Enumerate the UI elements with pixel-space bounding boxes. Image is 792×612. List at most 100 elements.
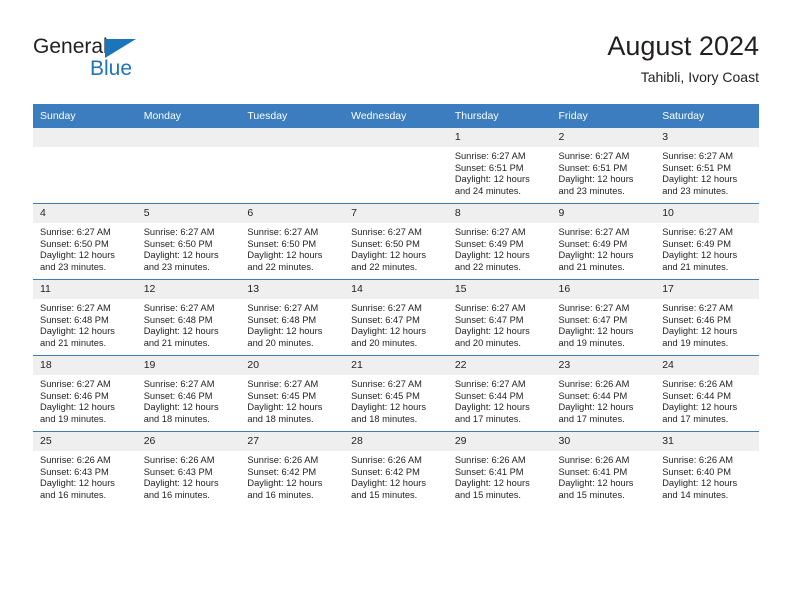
day-cell[interactable]: 30 Sunrise: 6:26 AM Sunset: 6:41 PM Dayligh…	[551, 431, 656, 507]
day-cell[interactable]: 13 Sunrise: 6:27 AM Sunset: 6:48 PM Dayligh…	[240, 279, 345, 356]
day-cell[interactable]: 5 Sunrise: 6:27 AM Sunset: 6:50 PM Daylight…	[136, 203, 241, 280]
day-cell[interactable]: 26 Sunrise: 6:26 AM Sunset: 6:43 PM Dayligh…	[136, 431, 241, 507]
day-cell[interactable]: 11 Sunrise: 6:27 AM Sunset: 6:48 PM Dayligh…	[33, 279, 137, 356]
day-cell[interactable]: 29 Sunrise: 6:26 AM Sunset: 6:41 PM Dayligh…	[447, 431, 552, 507]
day-cell-body: Sunrise: 6:27 AM Sunset: 6:48 PM Daylight:…	[240, 299, 344, 349]
daylight-text: Daylight: 12 hours and 16 minutes.	[247, 478, 323, 500]
calendar-week-row: 25 Sunrise: 6:26 AM Sunset: 6:43 PM Dayligh…	[33, 431, 759, 507]
day-cell[interactable]: 1 Sunrise: 6:27 AM Sunset: 6:51 PM Daylight…	[447, 128, 552, 204]
masthead: General Blue August 2024 Tahibli, Ivory …	[0, 0, 792, 104]
day-cell[interactable]: 4 Sunrise: 6:27 AM Sunset: 6:50 PM Daylight…	[33, 203, 137, 280]
sunset-text: Sunset: 6:51 PM	[662, 162, 731, 173]
location-subtitle: Tahibli, Ivory Coast	[640, 69, 759, 85]
day-cell-body: Sunrise: 6:27 AM Sunset: 6:48 PM Daylight:…	[33, 299, 137, 349]
day-cell-body: Sunrise: 6:27 AM Sunset: 6:50 PM Daylight:…	[33, 223, 137, 273]
daylight-text: Daylight: 12 hours and 18 minutes.	[247, 402, 323, 424]
daylight-text: Daylight: 12 hours and 20 minutes.	[247, 326, 323, 348]
day-cell[interactable]: 17 Sunrise: 6:27 AM Sunset: 6:46 PM Dayligh…	[655, 279, 759, 356]
day-cell[interactable]: 31 Sunrise: 6:26 AM Sunset: 6:40 PM Dayligh…	[655, 431, 759, 507]
calendar-week-row: 11 Sunrise: 6:27 AM Sunset: 6:48 PM Dayligh…	[33, 279, 759, 356]
sunset-text: Sunset: 6:46 PM	[143, 390, 213, 401]
daylight-text: Daylight: 12 hours and 15 minutes.	[351, 478, 427, 500]
day-number: 6	[240, 204, 345, 223]
day-cell[interactable]: 21 Sunrise: 6:27 AM Sunset: 6:45 PM Dayligh…	[344, 355, 448, 432]
day-cell[interactable]: 10 Sunrise: 6:27 AM Sunset: 6:49 PM Dayligh…	[655, 203, 759, 280]
daylight-text: Daylight: 12 hours and 18 minutes.	[351, 402, 427, 424]
day-cell-empty	[240, 128, 345, 204]
daylight-text: Daylight: 12 hours and 17 minutes.	[454, 402, 530, 424]
day-cell-body: Sunrise: 6:27 AM Sunset: 6:45 PM Daylight:…	[344, 375, 448, 425]
weekday-header-sunday: Sunday	[33, 104, 137, 128]
sunset-text: Sunset: 6:44 PM	[454, 390, 524, 401]
day-cell[interactable]: 28 Sunrise: 6:26 AM Sunset: 6:42 PM Dayligh…	[344, 431, 448, 507]
sunset-text: Sunset: 6:40 PM	[662, 466, 731, 477]
daylight-text: Daylight: 12 hours and 23 minutes.	[558, 174, 634, 196]
day-cell-body: Sunrise: 6:27 AM Sunset: 6:44 PM Daylight:…	[448, 375, 552, 425]
calendar-week-row: 18 Sunrise: 6:27 AM Sunset: 6:46 PM Dayligh…	[33, 355, 759, 432]
day-cell-body: Sunrise: 6:26 AM Sunset: 6:40 PM Daylight:…	[655, 451, 759, 501]
day-cell[interactable]: 14 Sunrise: 6:27 AM Sunset: 6:47 PM Dayligh…	[344, 279, 448, 356]
daylight-text: Daylight: 12 hours and 19 minutes.	[662, 326, 738, 348]
sunset-text: Sunset: 6:46 PM	[662, 314, 731, 325]
sunset-text: Sunset: 6:46 PM	[40, 390, 109, 401]
sunrise-text: Sunrise: 6:27 AM	[454, 303, 526, 313]
day-cell[interactable]: 19 Sunrise: 6:27 AM Sunset: 6:46 PM Dayligh…	[136, 355, 241, 432]
sunrise-text: Sunrise: 6:27 AM	[454, 379, 526, 389]
day-cell-body: Sunrise: 6:27 AM Sunset: 6:46 PM Daylight:…	[137, 375, 241, 425]
day-number: 9	[551, 204, 656, 223]
day-number: 12	[136, 280, 241, 299]
sunset-text: Sunset: 6:50 PM	[247, 238, 317, 249]
sunset-text: Sunset: 6:48 PM	[247, 314, 317, 325]
daylight-text: Daylight: 12 hours and 15 minutes.	[454, 478, 530, 500]
day-number	[33, 128, 137, 147]
day-cell[interactable]: 23 Sunrise: 6:26 AM Sunset: 6:44 PM Dayligh…	[551, 355, 656, 432]
day-cell-body: Sunrise: 6:27 AM Sunset: 6:51 PM Daylight:…	[552, 147, 656, 197]
day-number: 31	[655, 432, 759, 451]
day-cell[interactable]: 8 Sunrise: 6:27 AM Sunset: 6:49 PM Daylight…	[447, 203, 552, 280]
daylight-text: Daylight: 12 hours and 21 minutes.	[662, 250, 738, 272]
daylight-text: Daylight: 12 hours and 21 minutes.	[143, 326, 219, 348]
day-cell-body: Sunrise: 6:27 AM Sunset: 6:45 PM Daylight:…	[240, 375, 344, 425]
weekday-header-row: Sunday Monday Tuesday Wednesday Thursday…	[33, 104, 759, 128]
general-blue-logo[interactable]: General Blue	[33, 36, 213, 86]
sunset-text: Sunset: 6:50 PM	[143, 238, 213, 249]
day-cell[interactable]: 2 Sunrise: 6:27 AM Sunset: 6:51 PM Daylight…	[551, 128, 656, 204]
day-cell-empty	[136, 128, 241, 204]
day-cell[interactable]: 6 Sunrise: 6:27 AM Sunset: 6:50 PM Daylight…	[240, 203, 345, 280]
calendar-grid: Sunday Monday Tuesday Wednesday Thursday…	[33, 104, 759, 507]
day-number	[344, 128, 448, 147]
day-cell[interactable]: 25 Sunrise: 6:26 AM Sunset: 6:43 PM Dayligh…	[33, 431, 137, 507]
day-number: 10	[655, 204, 759, 223]
day-cell[interactable]: 7 Sunrise: 6:27 AM Sunset: 6:50 PM Daylight…	[344, 203, 448, 280]
daylight-text: Daylight: 12 hours and 21 minutes.	[40, 326, 115, 348]
day-cell[interactable]: 15 Sunrise: 6:27 AM Sunset: 6:47 PM Dayligh…	[447, 279, 552, 356]
sunset-text: Sunset: 6:50 PM	[40, 238, 109, 249]
day-cell[interactable]: 24 Sunrise: 6:26 AM Sunset: 6:44 PM Dayligh…	[655, 355, 759, 432]
day-number: 22	[447, 356, 552, 375]
sunrise-text: Sunrise: 6:26 AM	[40, 455, 111, 465]
day-cell[interactable]: 20 Sunrise: 6:27 AM Sunset: 6:45 PM Dayligh…	[240, 355, 345, 432]
sunrise-text: Sunrise: 6:26 AM	[662, 455, 734, 465]
day-cell[interactable]: 22 Sunrise: 6:27 AM Sunset: 6:44 PM Dayligh…	[447, 355, 552, 432]
day-number: 3	[655, 128, 759, 147]
sunset-text: Sunset: 6:41 PM	[454, 466, 524, 477]
sunset-text: Sunset: 6:48 PM	[40, 314, 109, 325]
day-cell[interactable]: 18 Sunrise: 6:27 AM Sunset: 6:46 PM Dayligh…	[33, 355, 137, 432]
day-cell[interactable]: 3 Sunrise: 6:27 AM Sunset: 6:51 PM Daylight…	[655, 128, 759, 204]
logo-text-general: General	[33, 35, 108, 58]
sunrise-text: Sunrise: 6:27 AM	[558, 303, 630, 313]
day-cell[interactable]: 9 Sunrise: 6:27 AM Sunset: 6:49 PM Daylight…	[551, 203, 656, 280]
sunrise-text: Sunrise: 6:27 AM	[40, 303, 111, 313]
day-cell[interactable]: 27 Sunrise: 6:26 AM Sunset: 6:42 PM Dayligh…	[240, 431, 345, 507]
day-cell[interactable]: 16 Sunrise: 6:27 AM Sunset: 6:47 PM Dayligh…	[551, 279, 656, 356]
day-number	[240, 128, 345, 147]
calendar-week-row: 4 Sunrise: 6:27 AM Sunset: 6:50 PM Daylight…	[33, 203, 759, 280]
day-cell[interactable]: 12 Sunrise: 6:27 AM Sunset: 6:48 PM Dayligh…	[136, 279, 241, 356]
daylight-text: Daylight: 12 hours and 22 minutes.	[454, 250, 530, 272]
sunrise-text: Sunrise: 6:27 AM	[454, 227, 526, 237]
day-cell-body: Sunrise: 6:27 AM Sunset: 6:49 PM Daylight:…	[448, 223, 552, 273]
daylight-text: Daylight: 12 hours and 15 minutes.	[558, 478, 634, 500]
day-number: 20	[240, 356, 345, 375]
daylight-text: Daylight: 12 hours and 19 minutes.	[40, 402, 115, 424]
day-number: 13	[240, 280, 345, 299]
